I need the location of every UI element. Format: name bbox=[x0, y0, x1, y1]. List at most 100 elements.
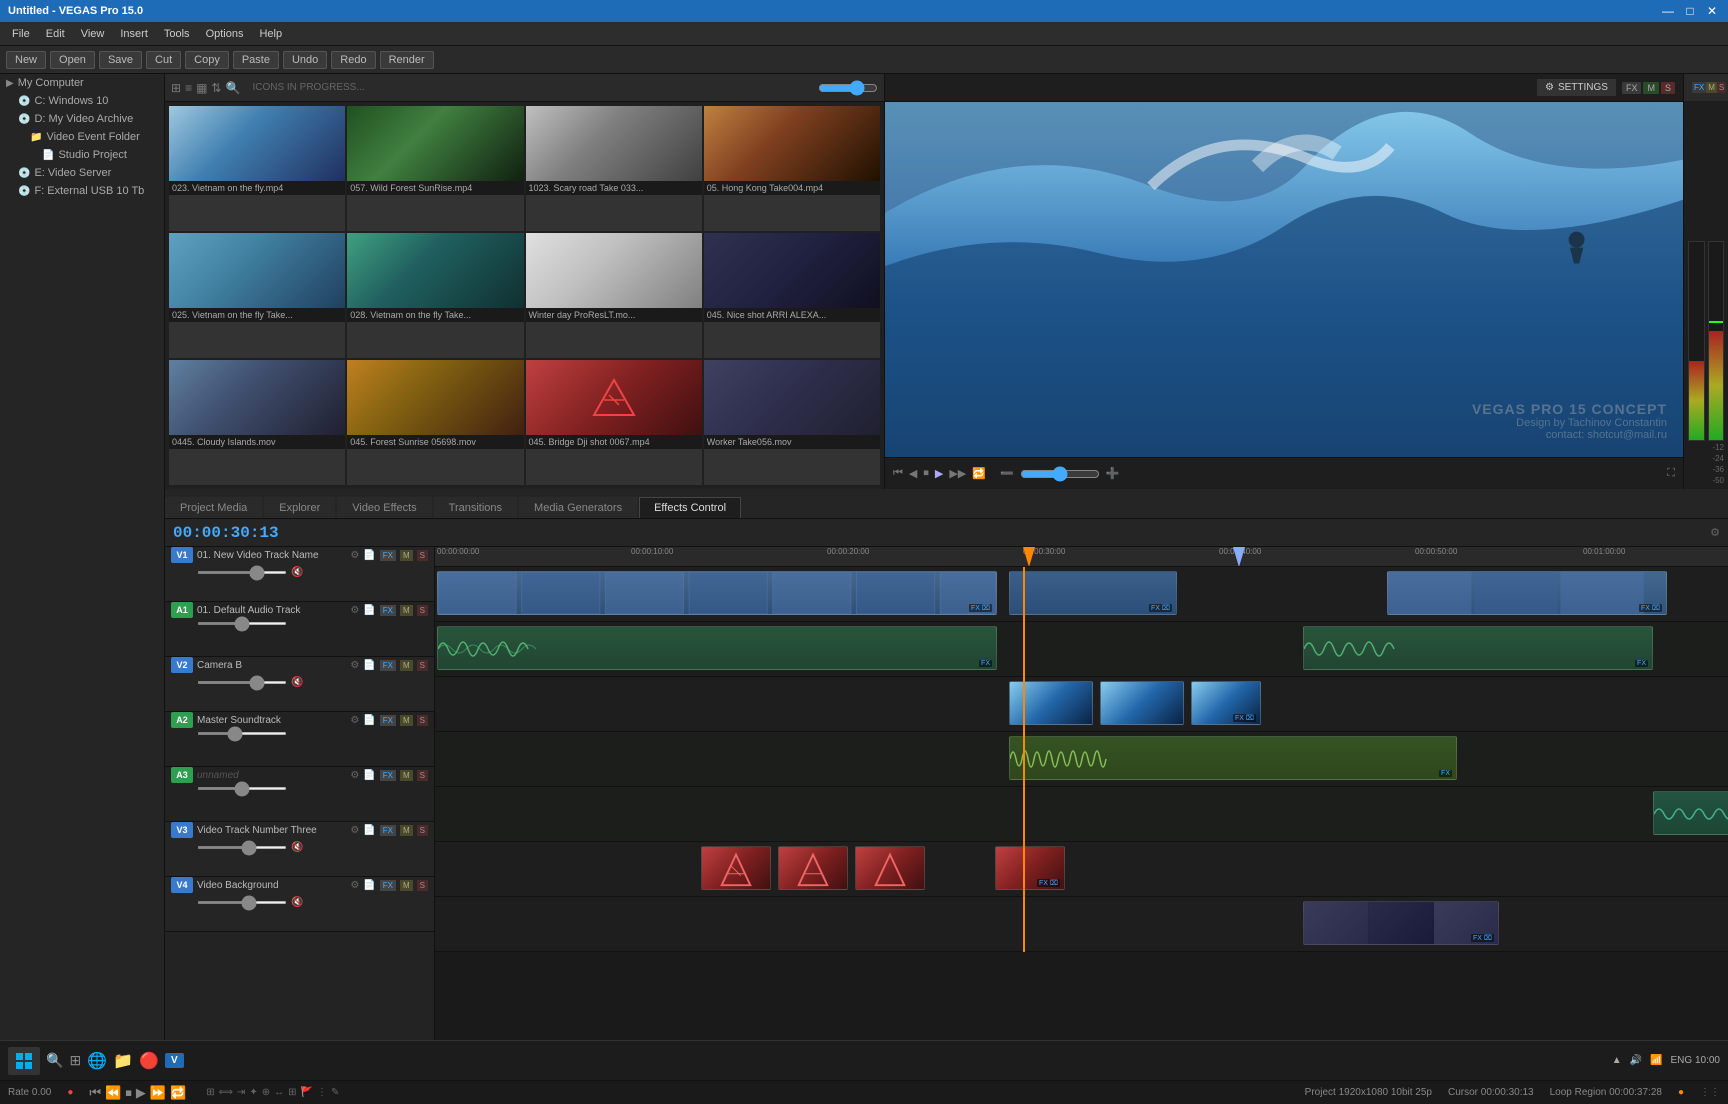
grid-view-icon[interactable]: ⊞ bbox=[171, 81, 181, 95]
media-item[interactable]: 057. Wild Forest SunRise.mp4 bbox=[347, 106, 523, 231]
detail-view-icon[interactable]: ▦ bbox=[196, 81, 207, 95]
media-item[interactable]: 045. Forest Sunrise 05698.mov bbox=[347, 360, 523, 485]
edit-mode-button[interactable]: ✎ bbox=[331, 1087, 339, 1098]
video-clip-3[interactable]: FX ⌧ bbox=[1387, 571, 1667, 615]
track-s-btn[interactable]: S bbox=[417, 715, 428, 726]
camera-b-clip-1[interactable] bbox=[1009, 681, 1093, 725]
transport-stop[interactable]: ⏹ bbox=[125, 1085, 132, 1101]
punch-in-button[interactable]: ⊕ bbox=[262, 1087, 270, 1098]
track-settings-icon[interactable]: ⚙ bbox=[350, 880, 359, 891]
media-item[interactable]: 025. Vietnam on the fly Take... bbox=[169, 233, 345, 358]
video-clip-2[interactable]: FX ⌧ bbox=[1009, 571, 1177, 615]
more-button[interactable]: ⋮⋮ bbox=[1700, 1087, 1720, 1098]
track-volume-v4[interactable] bbox=[197, 901, 287, 904]
track-volume-v1[interactable] bbox=[197, 571, 287, 574]
track-fx-btn[interactable]: FX bbox=[380, 550, 396, 561]
audio-clip[interactable]: FX bbox=[437, 626, 997, 670]
media-item[interactable]: 028. Vietnam on the fly Take... bbox=[347, 233, 523, 358]
sync-cursor-button[interactable]: ↔ bbox=[274, 1087, 284, 1098]
track-fx-btn[interactable]: FX bbox=[380, 715, 396, 726]
redo-button[interactable]: Redo bbox=[331, 51, 375, 69]
menu-file[interactable]: File bbox=[4, 26, 38, 42]
explorer-icon[interactable]: 📁 bbox=[113, 1051, 133, 1071]
track-s-btn[interactable]: S bbox=[417, 660, 428, 671]
ripple-button[interactable]: ⟺ bbox=[219, 1087, 233, 1098]
track-volume-v3[interactable] bbox=[197, 846, 287, 849]
master-m-button[interactable]: M bbox=[1706, 82, 1717, 93]
next-frame-icon[interactable]: ▶▶ bbox=[949, 467, 966, 480]
track-settings-icon[interactable]: ⚙ bbox=[350, 550, 359, 561]
master-fx-button[interactable]: FX bbox=[1692, 82, 1706, 93]
track-s-btn[interactable]: S bbox=[417, 550, 428, 561]
expand-tray-icon[interactable]: ▲ bbox=[1612, 1055, 1622, 1066]
crossfade-button[interactable]: ✦ bbox=[249, 1087, 257, 1098]
track-m-btn[interactable]: M bbox=[400, 880, 413, 891]
search-button[interactable]: 🔍 bbox=[46, 1052, 63, 1069]
tree-item-studioproject[interactable]: 📄 Studio Project bbox=[0, 146, 164, 164]
track-s-btn[interactable]: S bbox=[417, 825, 428, 836]
transport-loop[interactable]: 🔁 bbox=[170, 1085, 186, 1101]
edge-icon[interactable]: 🌐 bbox=[87, 1051, 107, 1071]
camera-b-clip-3[interactable]: FX ⌧ bbox=[1191, 681, 1261, 725]
open-button[interactable]: Open bbox=[50, 51, 95, 69]
marker-button[interactable]: 🚩 bbox=[300, 1087, 312, 1098]
quantize-button[interactable]: ⊞ bbox=[288, 1087, 296, 1098]
track-settings-icon[interactable]: ⚙ bbox=[350, 770, 359, 781]
skip-to-start-icon[interactable]: ⏮ bbox=[893, 467, 903, 480]
play-icon[interactable]: ▶ bbox=[935, 467, 943, 480]
media-item[interactable]: Winter day ProResLT.mo... bbox=[526, 233, 702, 358]
s-toggle[interactable]: S bbox=[1661, 82, 1675, 94]
track-volume-a1[interactable] bbox=[197, 622, 287, 625]
track-fx-btn[interactable]: FX bbox=[380, 880, 396, 891]
track-m-btn[interactable]: M bbox=[400, 715, 413, 726]
track-volume-a3[interactable] bbox=[197, 787, 287, 790]
zoom-in-icon[interactable]: ➕ bbox=[1106, 467, 1120, 480]
settings-button[interactable]: ⚙ SETTINGS bbox=[1537, 79, 1616, 96]
track-settings-icon[interactable]: ⚙ bbox=[350, 660, 359, 671]
start-button[interactable] bbox=[8, 1047, 40, 1075]
tab-video-effects[interactable]: Video Effects bbox=[337, 497, 431, 518]
tab-media-generators[interactable]: Media Generators bbox=[519, 497, 637, 518]
track-volume-a2[interactable] bbox=[197, 732, 287, 735]
track-settings-icon[interactable]: ⚙ bbox=[350, 605, 359, 616]
stop-icon[interactable]: ⏹ bbox=[923, 467, 929, 480]
rate-slider[interactable]: ● bbox=[67, 1087, 73, 1098]
camera-b-clip-2[interactable] bbox=[1100, 681, 1184, 725]
bridge-clip-4[interactable]: FX ⌧ bbox=[995, 846, 1065, 890]
maximize-button[interactable]: □ bbox=[1682, 4, 1698, 18]
tab-transitions[interactable]: Transitions bbox=[434, 497, 517, 518]
volume-icon[interactable]: 🔊 bbox=[1630, 1055, 1642, 1066]
audio-clip-2[interactable]: FX bbox=[1303, 626, 1653, 670]
track-s-btn[interactable]: S bbox=[417, 880, 428, 891]
tab-explorer[interactable]: Explorer bbox=[264, 497, 335, 518]
tree-item-windows[interactable]: 💿 C: Windows 10 bbox=[0, 92, 164, 110]
render-button[interactable]: Render bbox=[380, 51, 434, 69]
transport-prev[interactable]: ⏪ bbox=[105, 1085, 121, 1101]
track-s-btn[interactable]: S bbox=[417, 605, 428, 616]
track-fx-btn[interactable]: FX bbox=[380, 770, 396, 781]
bridge-clip-3[interactable] bbox=[855, 846, 925, 890]
track-m-btn[interactable]: M bbox=[400, 605, 413, 616]
track-m-btn[interactable]: M bbox=[400, 770, 413, 781]
prev-frame-icon[interactable]: ◀ bbox=[909, 467, 917, 480]
track-settings-icon[interactable]: ⚙ bbox=[350, 825, 359, 836]
tree-item-externalusb[interactable]: 💿 F: External USB 10 Tb bbox=[0, 182, 164, 200]
track-m-btn[interactable]: M bbox=[400, 825, 413, 836]
preview-zoom-slider[interactable] bbox=[1020, 466, 1100, 482]
undo-button[interactable]: Undo bbox=[283, 51, 327, 69]
fullscreen-icon[interactable]: ⛶ bbox=[1667, 467, 1675, 480]
filter-icon[interactable]: 🔍 bbox=[225, 81, 240, 95]
copy-button[interactable]: Copy bbox=[185, 51, 229, 69]
taskview-button[interactable]: ⊞ bbox=[69, 1052, 81, 1069]
cut-button[interactable]: Cut bbox=[146, 51, 181, 69]
snap-button[interactable]: ⊞ bbox=[206, 1087, 214, 1098]
media-item[interactable]: 023. Vietnam on the fly.mp4 bbox=[169, 106, 345, 231]
menu-edit[interactable]: Edit bbox=[38, 26, 73, 42]
background-clip[interactable]: FX ⌧ bbox=[1303, 901, 1499, 945]
transport-next[interactable]: ⏩ bbox=[150, 1085, 166, 1101]
bridge-clip-1[interactable] bbox=[701, 846, 771, 890]
tab-effects-control[interactable]: Effects Control bbox=[639, 497, 741, 518]
menu-options[interactable]: Options bbox=[198, 26, 252, 42]
a3-clip[interactable]: FX bbox=[1653, 791, 1728, 835]
track-m-btn[interactable]: M bbox=[400, 550, 413, 561]
